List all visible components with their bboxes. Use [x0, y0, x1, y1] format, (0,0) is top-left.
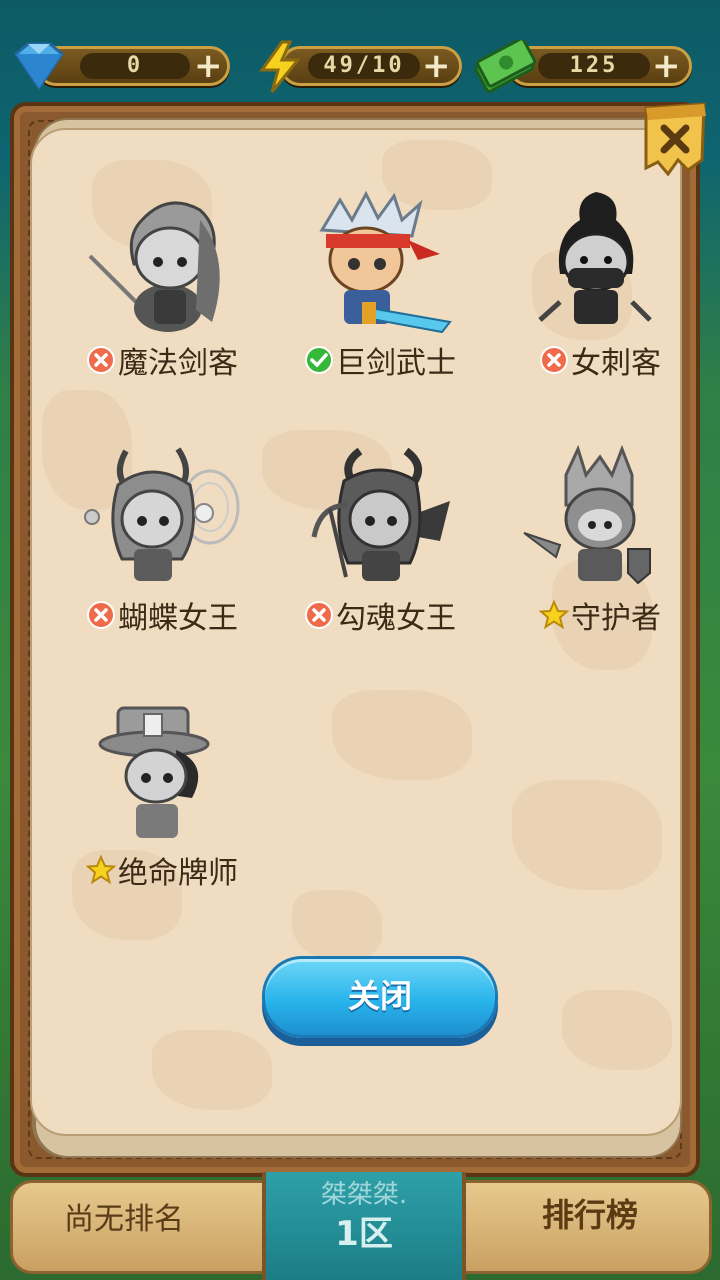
hero-card-female-assassin[interactable]: 女刺客	[500, 190, 700, 410]
butterfly-queen-portrait-icon	[84, 447, 240, 581]
x-circle-icon	[87, 601, 115, 629]
swordsman-portrait-icon	[88, 201, 220, 332]
check-circle-icon	[305, 346, 333, 374]
lightning-icon	[259, 40, 302, 93]
add-energy-button[interactable]: +	[422, 49, 451, 83]
rank-text: 尚无排名	[64, 1202, 184, 1237]
x-circle-icon	[87, 346, 115, 374]
greatsword-warrior-portrait-icon	[319, 190, 452, 334]
hero-label: 巨剑武士	[280, 338, 480, 382]
gem-resource: 0 +	[8, 40, 230, 91]
hero-card-guardian[interactable]: 守护者	[500, 445, 700, 665]
soul-queen-portrait-icon	[311, 447, 450, 581]
cash-resource: 125 +	[472, 40, 692, 93]
gem-value: 0	[80, 53, 190, 79]
assassin-portrait-icon	[538, 192, 652, 324]
hero-card-card-master[interactable]: 绝命牌师	[62, 700, 262, 920]
hero-name: 蝴蝶女王	[118, 601, 238, 636]
hero-label: 女刺客	[500, 338, 700, 382]
gem-icon	[13, 42, 65, 91]
add-gem-button[interactable]: +	[194, 49, 223, 83]
hero-name: 守护者	[571, 601, 661, 636]
cash-icon	[474, 40, 536, 93]
hero-name: 绝命牌师	[118, 856, 238, 891]
hero-name: 巨剑武士	[336, 346, 456, 381]
hero-label: 绝命牌师	[62, 848, 262, 892]
guardian-portrait-icon	[523, 445, 651, 585]
hero-card-greatsword-warrior[interactable]: 巨剑武士	[280, 190, 480, 410]
bottom-bar: 尚无排名 桀桀桀. 1区 排行榜	[0, 1172, 720, 1280]
hero-card-soul-queen[interactable]: 勾魂女王	[280, 445, 480, 665]
cash-value: 125	[538, 53, 650, 79]
server-zone: 1区	[335, 1214, 393, 1254]
hero-name: 勾魂女王	[336, 601, 456, 636]
x-circle-icon	[305, 601, 333, 629]
hero-label: 魔法剑客	[62, 338, 262, 382]
hero-name: 女刺客	[571, 346, 661, 381]
energy-resource: 49/10 +	[258, 40, 462, 93]
card-master-portrait-icon	[98, 706, 210, 838]
star-icon	[86, 855, 116, 885]
add-cash-button[interactable]: +	[652, 49, 681, 83]
hero-name: 魔法剑客	[118, 346, 238, 381]
energy-value: 49/10	[308, 53, 420, 79]
star-icon	[539, 600, 569, 630]
leaderboard-label: 排行榜	[542, 1196, 639, 1234]
hero-label: 蝴蝶女王	[62, 593, 262, 637]
hero-label: 勾魂女王	[280, 593, 480, 637]
close-button[interactable]: 关闭	[262, 956, 498, 1038]
x-circle-icon	[540, 346, 568, 374]
hero-card-butterfly-queen[interactable]: 蝴蝶女王	[62, 445, 262, 665]
hero-label: 守护者	[500, 593, 700, 637]
hero-card-magic-swordsman[interactable]: 魔法剑客	[62, 190, 262, 410]
close-icon[interactable]	[640, 100, 712, 188]
